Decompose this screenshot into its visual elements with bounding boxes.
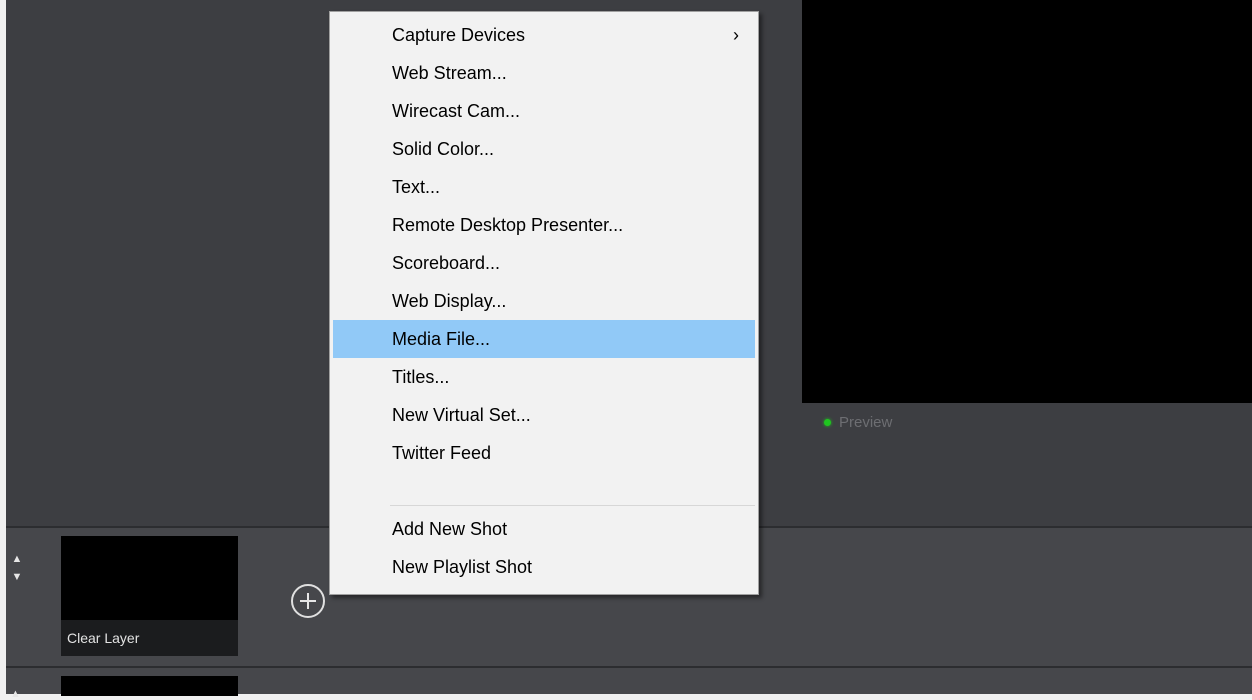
add-shot-button[interactable]: [291, 584, 325, 618]
menu-item-web-display[interactable]: Web Display...: [333, 282, 755, 320]
preview-label: Preview: [839, 414, 893, 431]
menu-item-new-playlist-shot[interactable]: New Playlist Shot: [333, 548, 755, 586]
menu-item-capture-devices[interactable]: Capture Devices ›: [333, 16, 755, 54]
shot-thumbnail[interactable]: [61, 676, 238, 696]
submenu-arrow-icon: ›: [733, 25, 739, 45]
plus-icon: [300, 593, 316, 609]
move-layer-up-icon[interactable]: ▲: [10, 688, 21, 700]
move-layer-down-icon[interactable]: ▼: [10, 568, 24, 586]
menu-item-remote-desktop-presenter[interactable]: Remote Desktop Presenter...: [333, 206, 755, 244]
add-source-context-menu: Capture Devices › Web Stream... Wirecast…: [329, 11, 759, 595]
menu-separator: [390, 505, 755, 506]
menu-item-text[interactable]: Text...: [333, 168, 755, 206]
move-layer-up-icon[interactable]: ▲: [10, 550, 24, 568]
menu-item-twitter-feed[interactable]: Twitter Feed: [333, 434, 755, 472]
menu-item-scoreboard[interactable]: Scoreboard...: [333, 244, 755, 282]
menu-item-solid-color[interactable]: Solid Color...: [333, 130, 755, 168]
preview-status: Preview: [824, 414, 892, 431]
shot-thumbnail[interactable]: Clear Layer: [61, 536, 238, 656]
menu-item-new-virtual-set[interactable]: New Virtual Set...: [333, 396, 755, 434]
preview-video[interactable]: [802, 0, 1252, 403]
menu-item-label: Capture Devices: [392, 25, 526, 45]
menu-item-wirecast-cam[interactable]: Wirecast Cam...: [333, 92, 755, 130]
menu-item-titles[interactable]: Titles...: [333, 358, 755, 396]
layer-row: ▲: [6, 668, 1252, 700]
menu-item-add-new-shot[interactable]: Add New Shot: [333, 510, 755, 548]
menu-item-web-stream[interactable]: Web Stream...: [333, 54, 755, 92]
layer-order-controls: ▲ ▼: [10, 550, 24, 586]
menu-item-media-file[interactable]: Media File...: [333, 320, 755, 358]
shot-label: Clear Layer: [61, 620, 238, 656]
preview-indicator-dot: [824, 419, 831, 426]
